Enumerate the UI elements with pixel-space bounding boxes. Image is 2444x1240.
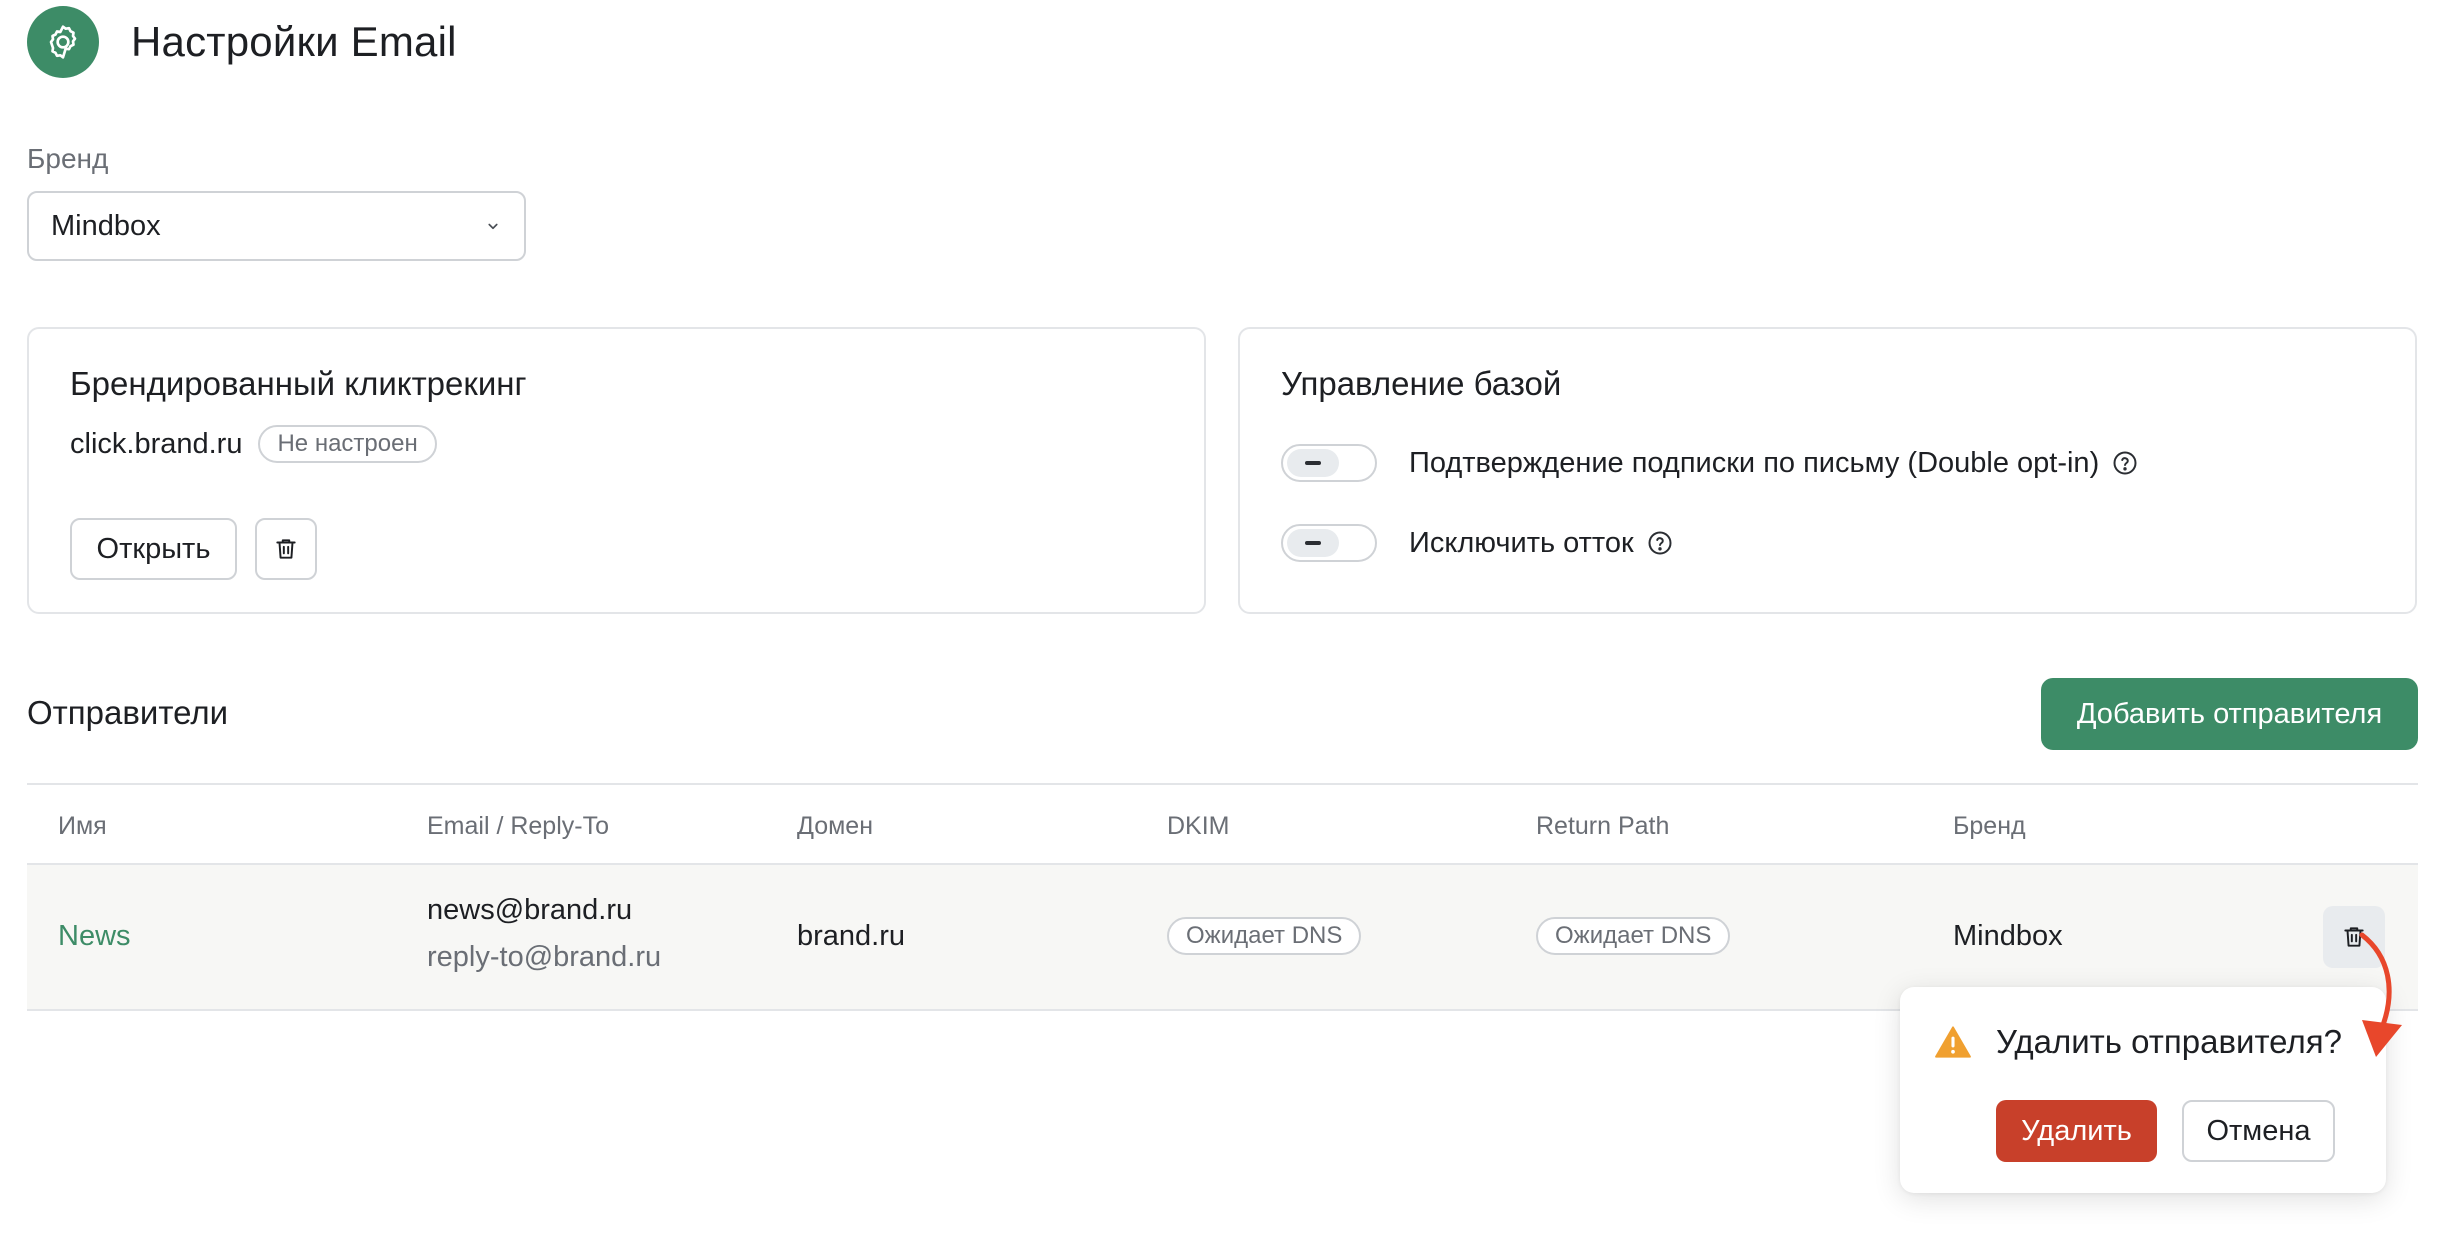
- base-management-title: Управление базой: [1281, 365, 1562, 402]
- page-title: Настройки Email: [131, 18, 457, 65]
- delete-click-tracking-button[interactable]: [255, 518, 317, 580]
- email-settings-page: Настройки Email Бренд Mindbox Брендирова…: [0, 0, 2444, 1240]
- trash-icon: [273, 536, 299, 562]
- dkim-status-badge: Ожидает DNS: [1167, 917, 1362, 955]
- dkim-cell: Ожидает DNS: [1167, 917, 1362, 955]
- popover-actions: Удалить Отмена: [1996, 1100, 2335, 1162]
- column-header-brand: Бренд: [1953, 812, 2026, 840]
- brand-field-label: Бренд: [27, 143, 109, 174]
- column-header-return-path: Return Path: [1536, 812, 1670, 840]
- help-circle-icon[interactable]: [2111, 449, 2139, 477]
- brand-select-value: Mindbox: [51, 209, 161, 242]
- double-opt-in-toggle[interactable]: [1281, 444, 1377, 482]
- double-opt-in-row: Подтверждение подписки по письму (Double…: [1281, 444, 2139, 482]
- senders-title: Отправители: [27, 694, 229, 731]
- click-tracking-domain-row: click.brand.ru Не настроен: [70, 425, 437, 463]
- sender-reply-to: reply-to@brand.ru: [427, 941, 662, 973]
- chevron-down-icon: [484, 217, 502, 235]
- click-tracking-title: Брендированный кликтрекинг: [70, 365, 527, 402]
- sender-name-link[interactable]: News: [58, 920, 131, 953]
- warning-icon: [1934, 1025, 1972, 1059]
- add-sender-button[interactable]: Добавить отправителя: [2041, 678, 2418, 750]
- toggle-knob: [1287, 529, 1339, 557]
- delete-sender-popover: Удалить отправителя? Удалить Отмена: [1900, 987, 2386, 1193]
- brand-select[interactable]: Mindbox: [27, 191, 526, 261]
- status-badge: Не настроен: [258, 425, 437, 463]
- sender-email-cell: news@brand.ru reply-to@brand.ru: [427, 894, 661, 974]
- cancel-button[interactable]: Отмена: [2182, 1100, 2335, 1162]
- column-header-name: Имя: [58, 812, 107, 840]
- annotation-arrow-icon: [2359, 932, 2402, 1057]
- click-tracking-actions: Открыть: [70, 518, 317, 580]
- help-circle-icon[interactable]: [1646, 529, 1674, 557]
- click-tracking-card: Брендированный кликтрекинг click.brand.r…: [27, 327, 1206, 614]
- click-tracking-domain: click.brand.ru: [70, 427, 243, 460]
- return-path-status-badge: Ожидает DNS: [1536, 917, 1731, 955]
- gear-icon: [27, 6, 99, 78]
- toggle-knob: [1287, 449, 1339, 477]
- column-header-dkim: DKIM: [1167, 812, 1230, 840]
- confirm-delete-button[interactable]: Удалить: [1996, 1100, 2157, 1162]
- table-header: Имя Email / Reply-To Домен DKIM Return P…: [27, 783, 2418, 865]
- return-path-cell: Ожидает DNS: [1536, 917, 1731, 955]
- column-header-domain: Домен: [797, 812, 874, 840]
- double-opt-in-label: Подтверждение подписки по письму (Double…: [1409, 446, 2100, 479]
- page-header: Настройки Email: [27, 5, 457, 79]
- popover-header: Удалить отправителя?: [1934, 1023, 2342, 1061]
- sender-domain: brand.ru: [797, 920, 906, 952]
- popover-question: Удалить отправителя?: [1996, 1023, 2342, 1060]
- senders-table: Имя Email / Reply-To Домен DKIM Return P…: [27, 783, 2418, 1011]
- exclude-churn-label: Исключить отток: [1409, 526, 1634, 559]
- exclude-churn-row: Исключить отток: [1281, 524, 1674, 562]
- base-management-card: Управление базой Подтверждение подписки …: [1238, 327, 2417, 614]
- exclude-churn-toggle[interactable]: [1281, 524, 1377, 562]
- sender-email: news@brand.ru: [427, 894, 633, 926]
- sender-brand: Mindbox: [1953, 920, 2063, 952]
- open-button[interactable]: Открыть: [70, 518, 237, 580]
- column-header-email: Email / Reply-To: [427, 812, 609, 840]
